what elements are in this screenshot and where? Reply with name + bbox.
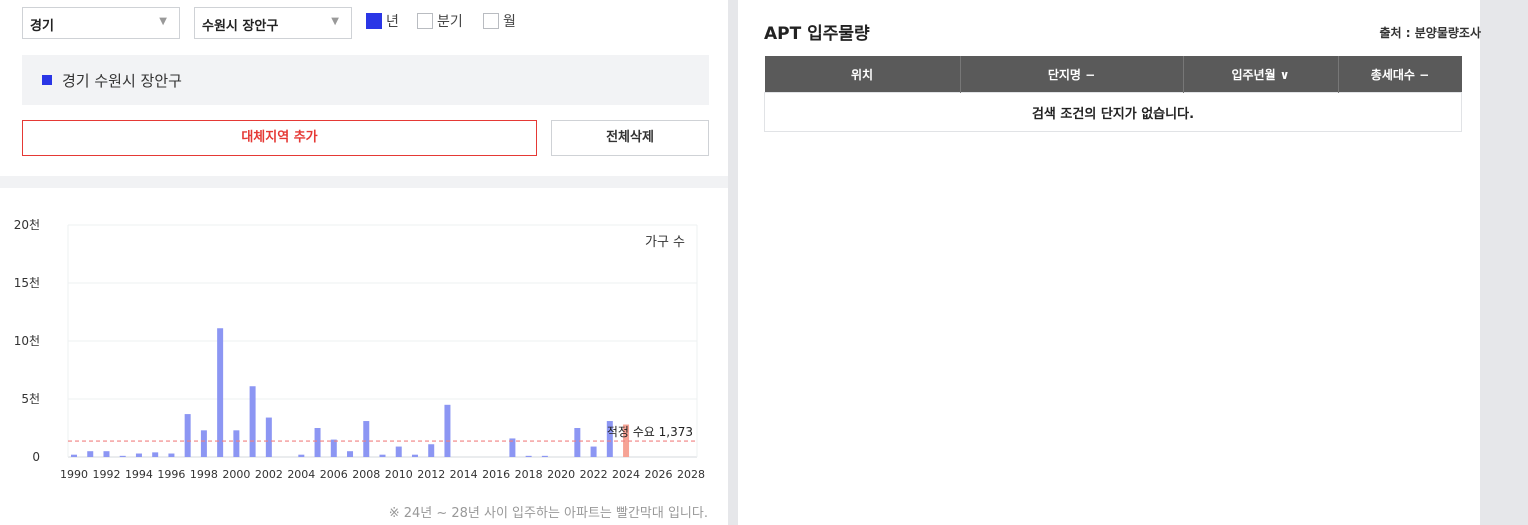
checkbox-checked-icon <box>366 13 382 29</box>
district-select-value: 수원시 장안구 <box>202 19 279 34</box>
reference-line-label: 적정 수요 1,373 <box>607 425 693 439</box>
col-complex-name[interactable]: 단지명 − <box>960 56 1184 93</box>
district-select[interactable]: 수원시 장안구 ▼ <box>194 7 352 39</box>
section-divider <box>0 176 728 188</box>
table-header-row: 위치 단지명 − 입주년월 ∨ 총세대수 − <box>764 56 1462 93</box>
empty-message: 검색 조건의 단지가 없습니다. <box>764 92 1462 132</box>
checkbox-icon <box>483 13 499 29</box>
selected-region-label: 경기 수원시 장안구 <box>62 72 182 90</box>
y-tick-label: 20천 <box>14 217 40 232</box>
x-tick-label: 2010 <box>385 468 413 481</box>
x-tick-label: 2002 <box>255 468 283 481</box>
x-tick-label: 1992 <box>92 468 120 481</box>
bar-2004 <box>298 454 305 457</box>
bar-1991 <box>87 451 94 457</box>
checkbox-icon <box>417 13 433 29</box>
bar-2001 <box>249 386 256 457</box>
x-tick-label: 2000 <box>222 468 250 481</box>
x-tick-label: 1998 <box>190 468 218 481</box>
chart-footnote: ※ 24년 ~ 28년 사이 입주하는 아파트는 빨간막대 입니다. <box>388 506 708 521</box>
apt-table: 위치 단지명 − 입주년월 ∨ 총세대수 − 검색 조건의 단지가 없습니다. <box>764 56 1462 132</box>
x-tick-label: 2008 <box>352 468 380 481</box>
x-tick-label: 2028 <box>677 468 705 481</box>
supply-bar-chart: 0 5천 10천 15천 20천 1990 1992 1994 1996 1998 2000 2002… <box>14 217 705 481</box>
x-tick-label: 2020 <box>547 468 575 481</box>
period-quarter-label: 분기 <box>437 14 463 30</box>
bar-2011 <box>411 454 418 457</box>
bar-2012 <box>428 444 435 457</box>
bar-1990 <box>71 454 77 457</box>
period-month-label: 월 <box>503 14 516 30</box>
bar-2006 <box>330 439 337 457</box>
bar-2022 <box>590 446 597 457</box>
apt-source: 출처 : 분양물량조사 <box>1379 26 1481 40</box>
bar-1992 <box>103 451 110 457</box>
bar-1997 <box>184 414 191 457</box>
right-panel: APT 입주물량 출처 : 분양물량조사 위치 단지명 − 입주년월 ∨ 총세대… <box>738 0 1481 525</box>
y-tick-label: 15천 <box>14 275 40 290</box>
x-tick-label: 2018 <box>515 468 543 481</box>
province-select-value: 경기 <box>30 19 54 34</box>
x-tick-label: 2016 <box>482 468 510 481</box>
bar-1996 <box>168 453 175 457</box>
panel-divider <box>728 0 738 525</box>
period-year-label: 년 <box>386 14 399 30</box>
bar-1998 <box>200 430 207 457</box>
x-tick-label: 2012 <box>417 468 445 481</box>
chevron-down-icon: ▼ <box>331 16 339 27</box>
province-select[interactable]: 경기 ▼ <box>22 7 180 39</box>
bar-1995 <box>152 452 159 457</box>
bar-2010 <box>395 446 402 457</box>
bar-2007 <box>347 451 354 457</box>
x-tick-label: 1996 <box>157 468 185 481</box>
region-color-marker-icon <box>42 75 52 85</box>
bar-2009 <box>379 454 386 457</box>
add-region-button[interactable]: 대체지역 추가 <box>22 120 537 156</box>
x-tick-label: 2014 <box>450 468 478 481</box>
y-tick-label: 10천 <box>14 333 40 348</box>
x-tick-label: 2022 <box>580 468 608 481</box>
left-panel: 경기 ▼ 수원시 장안구 ▼ 년 분기 월 경기 수원시 장안구 대체지역 추가… <box>0 0 728 525</box>
x-tick-label: 2006 <box>320 468 348 481</box>
period-month-checkbox[interactable]: 월 <box>483 11 516 31</box>
period-quarter-checkbox[interactable]: 분기 <box>417 11 463 31</box>
col-total-households[interactable]: 총세대수 − <box>1338 56 1462 93</box>
x-tick-label: 2026 <box>645 468 673 481</box>
x-tick-label: 2024 <box>612 468 640 481</box>
bar-2019 <box>541 455 548 457</box>
bar-1999 <box>217 328 224 457</box>
bar-2005 <box>314 428 321 457</box>
bar-1993 <box>119 455 126 457</box>
bar-2000 <box>233 430 240 457</box>
col-location[interactable]: 위치 <box>764 56 961 93</box>
delete-all-button[interactable]: 전체삭제 <box>551 120 709 156</box>
x-tick-label: 2004 <box>287 468 315 481</box>
y-tick-label: 5천 <box>21 391 40 406</box>
table-row: 검색 조건의 단지가 없습니다. <box>764 92 1462 132</box>
bar-2008 <box>363 421 370 457</box>
period-year-checkbox[interactable]: 년 <box>366 11 399 31</box>
x-tick-label: 1990 <box>60 468 88 481</box>
bar-2021 <box>574 428 581 457</box>
bar-2013 <box>444 404 451 457</box>
bar-1994 <box>135 453 142 457</box>
selected-region: 경기 수원시 장안구 <box>22 55 709 105</box>
col-move-in-date[interactable]: 입주년월 ∨ <box>1183 56 1339 93</box>
legend-label: 가구 수 <box>645 235 685 250</box>
y-tick-label: 0 <box>32 450 40 464</box>
x-tick-label: 1994 <box>125 468 153 481</box>
bar-2018 <box>525 455 532 457</box>
chevron-down-icon: ▼ <box>159 16 167 27</box>
bar-2002 <box>265 417 272 457</box>
apt-title: APT 입주물량 <box>764 24 870 44</box>
